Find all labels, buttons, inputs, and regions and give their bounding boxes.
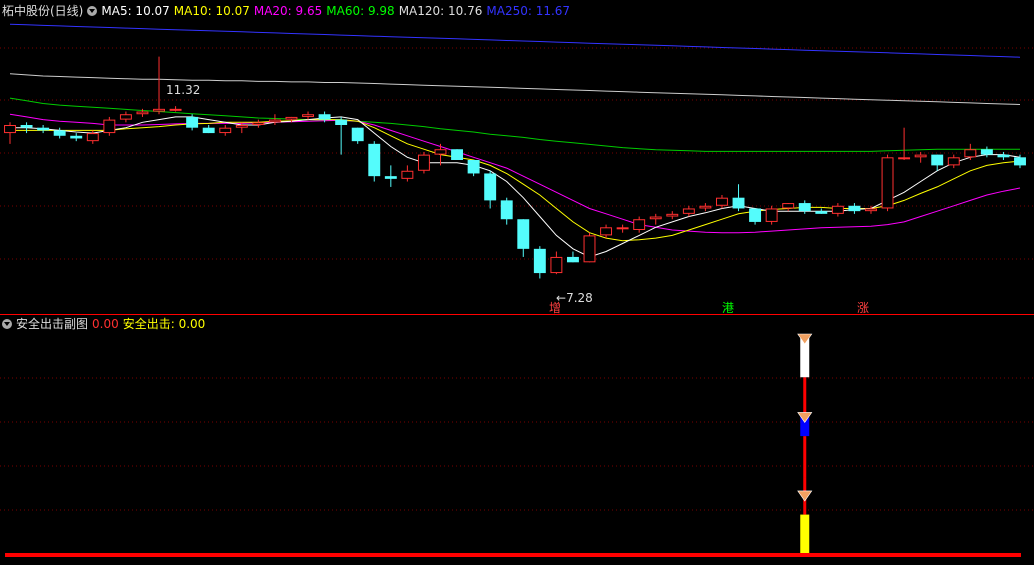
ma5-line: [10, 116, 1021, 258]
candle-body: [666, 213, 679, 217]
candle-body: [566, 256, 579, 263]
event-tag[interactable]: 增: [549, 302, 561, 314]
candle-body: [235, 125, 248, 128]
ma20-line: [9, 113, 1021, 234]
ma-indicator-label: MA5: 10.07: [101, 4, 170, 18]
candle-body: [467, 160, 480, 174]
candle-body: [865, 208, 877, 212]
candle-body: [4, 125, 16, 134]
ma-indicator-label: MA20: 9.65: [253, 4, 323, 18]
ma-indicator-label: MA120: 10.76: [398, 4, 483, 18]
candle-body: [20, 125, 33, 128]
ma120-line: [9, 73, 1021, 105]
candle-body: [252, 122, 265, 126]
candle-body: [153, 108, 165, 112]
candle-body: [600, 227, 613, 236]
candle-body: [351, 127, 364, 142]
signal-marker-icon: [797, 412, 813, 424]
candle-body: [898, 157, 911, 160]
ma-indicator-label: MA10: 10.07: [173, 4, 250, 18]
candle-body: [384, 176, 397, 179]
candle-body: [500, 200, 513, 220]
candle-body: [980, 149, 993, 155]
candle-body: [765, 208, 778, 222]
candle-body: [37, 127, 50, 131]
candle-body: [533, 248, 546, 274]
high-price-label: 11.32: [166, 83, 201, 97]
signal-segment: [803, 377, 807, 417]
low-price-value: 7.28: [566, 291, 593, 305]
sub-chart-title: 安全出击副图: [16, 317, 89, 331]
candle-body: [70, 135, 83, 139]
main-chart-header: 柘中股份(日线) MA5: 10.07 MA10: 10.07 MA20: 9.65 M…: [2, 3, 578, 19]
candle-body: [219, 127, 232, 134]
candle-body: [318, 114, 331, 120]
candle-body: [947, 157, 960, 166]
candle-body: [649, 216, 662, 220]
candle-body: [434, 149, 447, 155]
ma-indicator-label: MA60: 9.98: [326, 4, 395, 18]
candle-body: [682, 208, 695, 214]
candle-body: [914, 154, 927, 158]
candle-body: [583, 235, 596, 263]
candle-body: [451, 149, 464, 160]
signal-segment: [803, 436, 807, 478]
event-tag[interactable]: 涨: [857, 302, 869, 314]
price-chart[interactable]: [0, 0, 1034, 565]
candle-body: [749, 208, 762, 222]
candle-body: [616, 227, 629, 230]
candle-body: [831, 205, 844, 214]
candle-body: [417, 154, 430, 171]
signal-marker-icon: [797, 490, 813, 502]
signal-marker-icon: [797, 333, 813, 345]
candle-body: [202, 127, 215, 134]
sub-chart-header: 安全出击副图 0.00 安全出击: 0.00: [2, 316, 209, 332]
event-tag[interactable]: 港: [722, 302, 734, 314]
candle-body: [931, 154, 944, 166]
ma-indicator-label: MA250: 11.67: [486, 4, 571, 18]
dropdown-icon[interactable]: [87, 6, 98, 16]
candle-body: [633, 219, 646, 231]
candle-body: [103, 119, 116, 134]
dropdown-icon[interactable]: [2, 319, 12, 329]
candle-body: [169, 108, 182, 111]
candle-body: [1014, 157, 1026, 166]
candle-body: [517, 219, 530, 249]
candle-body: [484, 173, 497, 201]
baseline-bar: [5, 553, 1021, 557]
candle-body: [186, 116, 199, 128]
stock-title: 柘中股份(日线): [2, 4, 84, 18]
candle-body: [285, 116, 298, 120]
candle-body: [732, 197, 745, 209]
candle-body: [136, 111, 149, 115]
ma10-line: [10, 119, 1021, 242]
candle-body: [368, 143, 381, 177]
signal-segment: [800, 514, 810, 556]
candle-body: [848, 205, 861, 212]
candle-body: [550, 256, 563, 274]
sub-chart-value: 0.00: [92, 317, 119, 331]
candle-body: [268, 119, 281, 123]
candle-body: [815, 211, 828, 214]
candle-body: [302, 114, 314, 117]
candle-body: [798, 203, 811, 212]
candle-body: [782, 203, 795, 209]
ma250-line: [9, 23, 1021, 58]
candle-body: [335, 119, 348, 125]
candle-body: [119, 114, 132, 120]
candle-body: [964, 149, 977, 158]
candle-body: [997, 154, 1010, 158]
candle-body: [716, 197, 728, 206]
candle-body: [53, 130, 66, 136]
low-price-label: ←7.28: [556, 291, 593, 305]
candle-body: [86, 133, 99, 142]
candle-body: [699, 205, 712, 209]
candle-body: [401, 170, 414, 179]
sub-chart-indicator: 安全出击: 0.00: [122, 317, 206, 331]
candle-body: [881, 157, 894, 209]
